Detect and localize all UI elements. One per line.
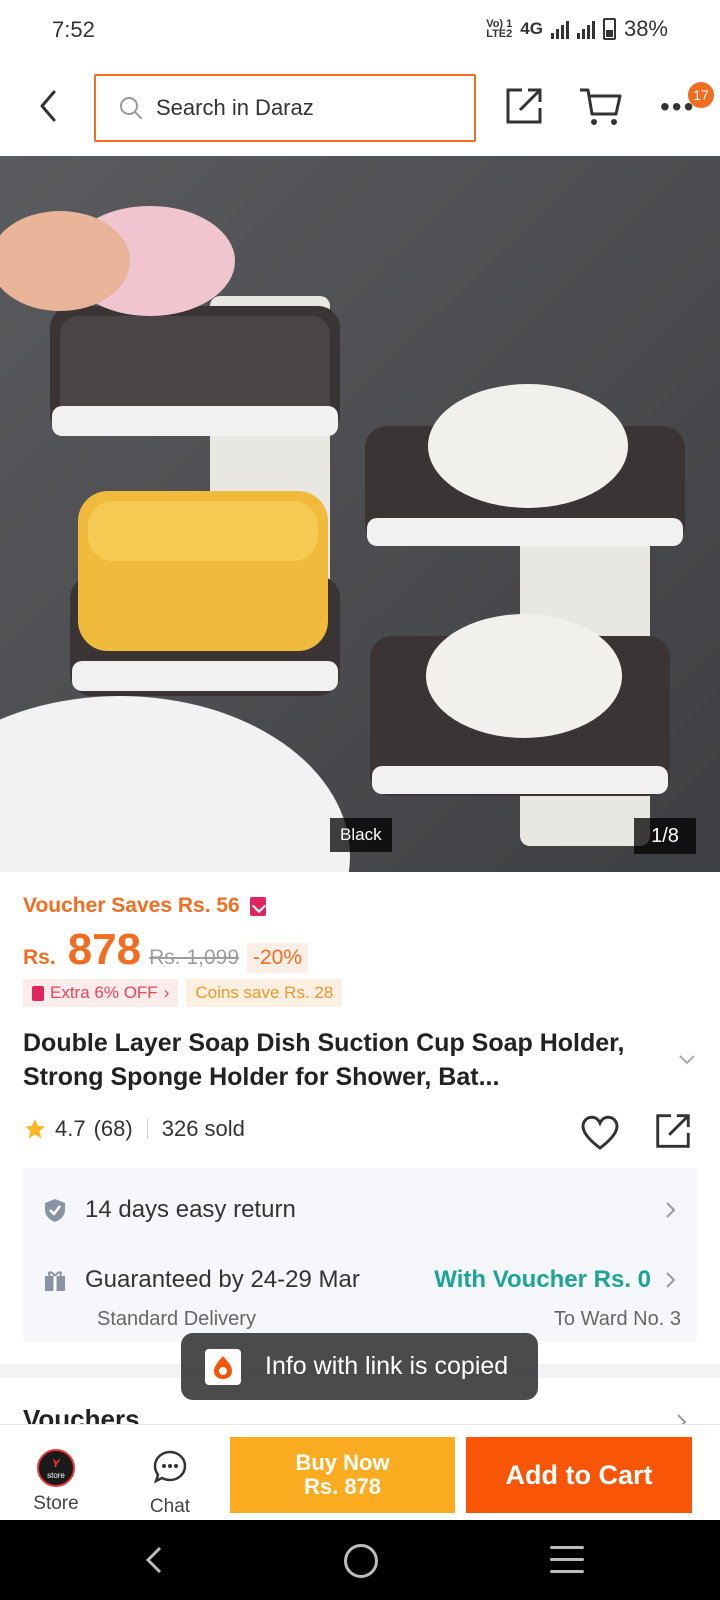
product-title: Double Layer Soap Dish Suction Cup Soap … [23,1029,625,1091]
coins-chip: Coins save Rs. 28 [186,979,343,1007]
gift-icon [45,1271,65,1291]
back-button[interactable] [30,84,70,128]
signal-icon [550,19,569,39]
guarantee-text: Guaranteed by 24-29 Mar [85,1266,360,1293]
rating-value: 4.7 [55,1116,86,1141]
delivery-destination: To Ward No. 3 [553,1308,681,1330]
toast-notification: Info with link is copied [181,1333,538,1400]
search-input[interactable]: Search in Daraz [94,74,476,142]
original-price: Rs. 1,099 [149,946,239,969]
price-row: Rs. 878 Rs. 1,099 -20% [23,925,309,975]
cart-button[interactable] [578,84,624,128]
chat-label: Chat [149,1496,191,1517]
return-policy-text: 14 days easy return [85,1196,296,1223]
chevron-down-icon [679,1055,695,1065]
top-header: Search in Daraz ••• [0,62,720,156]
status-time: 7:52 [52,17,95,42]
price-currency: Rs. [23,946,56,969]
chevron-left-icon [40,90,56,122]
voucher-icon [32,985,44,1001]
delivery-voucher-text: With Voucher Rs. 0 [434,1266,651,1293]
back-icon [145,1546,162,1574]
extra-off-chip[interactable]: Extra 6% OFF › [23,979,179,1007]
store-logo: ʏ store [37,1449,75,1487]
discount-badge: -20% [247,943,309,973]
star-icon [25,1119,45,1139]
share-icon [656,1114,690,1148]
cart-icon [580,88,622,125]
product-image-gallery[interactable]: Black 1/8 [0,156,720,872]
rating-row[interactable]: 4.7 (68) 326 sold [23,1116,245,1142]
delivery-method: Standard Delivery [97,1308,256,1330]
buy-now-label: Buy Now [295,1450,390,1475]
system-nav-bar [0,1520,720,1600]
share-button[interactable] [502,84,546,128]
promo-row: Extra 6% OFF › Coins save Rs. 28 [23,979,343,1007]
signal-icon-2 [576,19,595,39]
status-indicators: Vo) 1 LTE2 4G 38% [486,16,668,42]
store-button[interactable]: ʏ store Store [22,1449,90,1519]
shield-icon [45,1199,65,1222]
daraz-app-icon [205,1348,241,1385]
chevron-right-icon [666,1272,676,1288]
voucher-icon [249,896,266,916]
toast-message: Info with link is copied [265,1352,509,1380]
bottom-action-bar: ʏ store Store Chat Buy Now Rs. 878 Add to… [0,1424,720,1520]
network-type: 4G [520,19,543,38]
nav-back-button[interactable] [142,1542,166,1578]
buy-now-button[interactable]: Buy Now Rs. 878 [230,1437,455,1513]
variant-tag: Black [330,818,392,852]
chevron-right-icon [666,1202,676,1218]
voucher-saves[interactable]: Voucher Saves Rs. 56 [23,894,266,918]
delivery-card: 14 days easy return Guaranteed by 24-29 … [23,1168,697,1342]
review-count: (68) [93,1116,133,1141]
battery-icon [602,18,616,40]
chat-button[interactable]: Chat [138,1449,202,1519]
divider [146,1119,148,1139]
status-bar: 7:52 Vo) 1 LTE2 4G 38% [0,0,720,62]
share-icon [506,88,542,124]
notification-badge: 17 [688,82,714,108]
buy-now-price: Rs. 878 [303,1474,382,1499]
chat-icon [153,1450,187,1484]
delivery-row[interactable]: Guaranteed by 24-29 Mar With Voucher Rs.… [43,1260,677,1300]
nav-home-button[interactable] [344,1544,378,1578]
share-product-button[interactable] [652,1110,694,1152]
store-label: Store [33,1493,79,1514]
image-pager: 1/8 [634,818,696,854]
search-placeholder: Search in Daraz [156,95,314,120]
wishlist-button[interactable] [578,1112,622,1152]
sold-count: 326 sold [161,1116,245,1141]
nav-recents-button[interactable] [550,1546,584,1574]
return-policy-row[interactable]: 14 days easy return [43,1190,677,1230]
battery-level: 38% [623,16,668,41]
search-icon [120,97,142,119]
expand-title-button[interactable] [676,1052,698,1068]
add-to-cart-button[interactable]: Add to Cart [466,1437,692,1513]
voucher-saves-text: Voucher Saves Rs. 56 [23,894,240,917]
heart-icon [581,1115,619,1150]
daraz-logo-icon [214,1355,232,1379]
volte-indicator: Vo) 1 LTE2 [486,18,513,40]
more-dots-icon: ••• [660,91,696,122]
chevron-right-icon: › [163,983,170,1002]
product-image [0,156,720,872]
extra-off-text: Extra 6% OFF [50,983,158,1002]
current-price: 878 [67,925,142,974]
